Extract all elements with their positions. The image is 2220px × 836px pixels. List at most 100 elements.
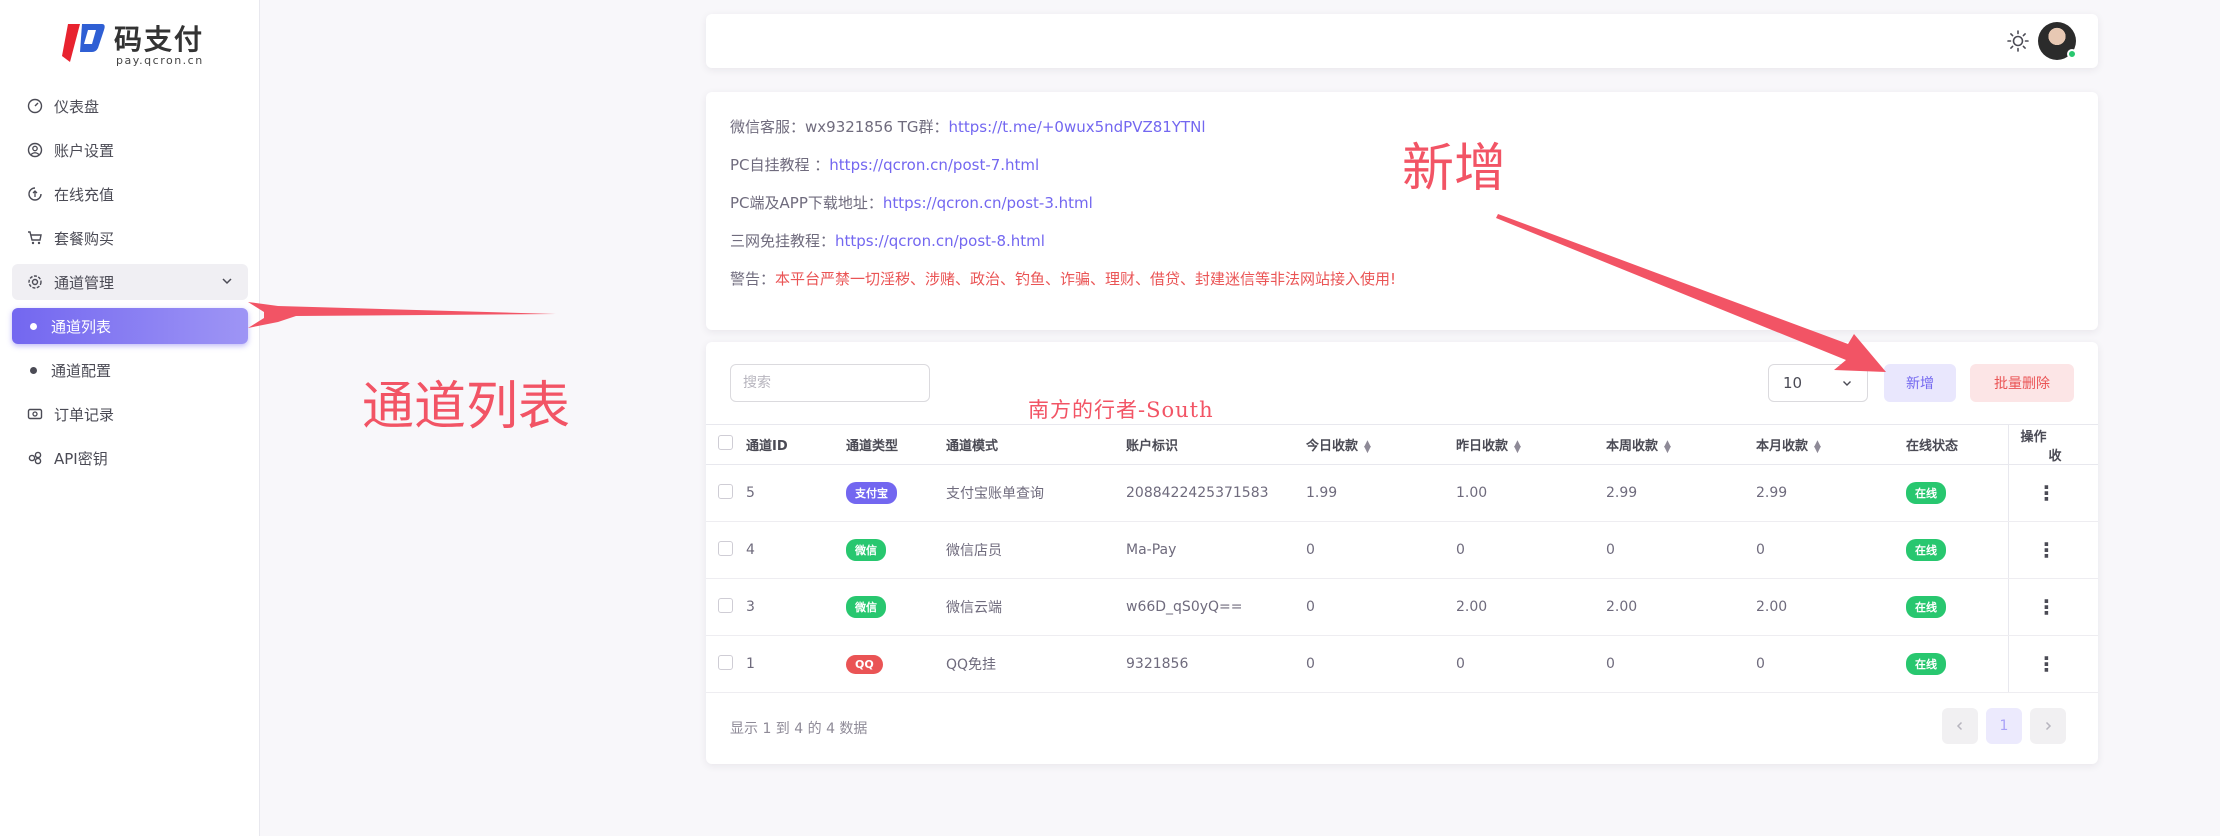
page-button-current[interactable]: 1 [1986, 708, 2022, 744]
cell-type: 支付宝 [846, 464, 946, 522]
cell-week: 0 [1606, 521, 1756, 579]
add-channel-button[interactable]: 新增 [1884, 364, 1956, 402]
tri-net-guide-link[interactable]: https://qcron.cn/post-8.html [835, 232, 1045, 250]
row-select-cell [706, 464, 746, 522]
download-link[interactable]: https://qcron.cn/post-3.html [883, 194, 1093, 212]
sidebar-nav: 仪表盘 账户设置 在线充值 套餐购买 通道管理 通道列表 通道配置 订单记录 A… [12, 88, 248, 484]
batch-delete-button[interactable]: 批量删除 [1970, 364, 2074, 402]
sidebar-item-channel-list[interactable]: 通道列表 [12, 308, 248, 344]
theme-toggle-sun-icon[interactable] [2006, 29, 2030, 57]
sidebar-item-purchase[interactable]: 套餐购买 [12, 220, 248, 256]
prev-page-button[interactable] [1942, 708, 1978, 744]
column-header-id[interactable]: 通道ID [746, 424, 846, 465]
notice-pc-guide-text: PC自挂教程 ： [730, 156, 830, 174]
sidebar-item-label: 订单记录 [54, 405, 115, 424]
online-status-badge: 在线 [1906, 539, 1946, 561]
more-vertical-icon[interactable]: ⋮ [2037, 481, 2057, 505]
row-select-cell [706, 521, 746, 579]
online-status-dot [2067, 49, 2077, 59]
cell-type: QQ [846, 635, 946, 693]
sidebar: 码支付 pay.qcron.cn 仪表盘 账户设置 在线充值 套餐购买 通道管理… [0, 0, 260, 836]
page-size-select[interactable]: 10 [1768, 364, 1868, 402]
select-all-checkbox[interactable] [718, 435, 733, 450]
sort-icon: ▲ ▼ [1364, 438, 1371, 455]
cell-actions: ⋮ [2007, 464, 2098, 522]
sidebar-item-label: 通道配置 [51, 361, 112, 380]
select-all-cell [706, 424, 746, 465]
column-header-week[interactable]: 本周收款 ▲ ▼ [1606, 424, 1756, 465]
table-row: 1 QQ QQ免挂 9321856 0 0 0 0 在线 ⋮ [706, 635, 2098, 693]
sidebar-item-channel-management[interactable]: 通道管理 [12, 264, 248, 300]
sidebar-item-recharge[interactable]: 在线充值 [12, 176, 248, 212]
column-header-today[interactable]: 今日收款 ▲ ▼ [1306, 424, 1456, 465]
sidebar-item-orders[interactable]: 订单记录 [12, 396, 248, 432]
warning-text: 本平台严禁一切淫秽、涉赌、政治、钓鱼、诈骗、理财、借贷、封建迷信等非法网站接入使… [775, 270, 1397, 288]
sidebar-item-channel-config[interactable]: 通道配置 [12, 352, 248, 388]
sort-icon: ▲ ▼ [1814, 438, 1821, 455]
dashboard-icon [26, 97, 44, 115]
pc-guide-link[interactable]: https://qcron.cn/post-7.html [829, 156, 1039, 174]
row-select-cell [706, 578, 746, 636]
cell-month: 0 [1756, 635, 1906, 693]
column-header-label: 昨日收款 [1456, 439, 1509, 454]
column-header-type[interactable]: 通道类型 [846, 424, 946, 465]
row-checkbox[interactable] [718, 654, 733, 670]
sidebar-item-label: 通道列表 [51, 317, 112, 336]
row-checkbox[interactable] [718, 540, 733, 556]
sidebar-item-dashboard[interactable]: 仪表盘 [12, 88, 248, 124]
more-vertical-icon[interactable]: ⋮ [2037, 538, 2057, 562]
cell-actions: ⋮ [2007, 521, 2098, 579]
online-status-badge: 在线 [1906, 653, 1946, 675]
pagination-summary: 显示 1 到 4 的 4 数据 [730, 721, 868, 737]
cell-yesterday: 0 [1456, 521, 1606, 579]
cell-status: 在线 [1906, 578, 2008, 636]
sidebar-item-account-settings[interactable]: 账户设置 [12, 132, 248, 168]
table-row: 5 支付宝 支付宝账单查询 2088422425371583 1.99 1.00 2.99 2… [706, 464, 2098, 522]
search-input[interactable] [730, 364, 930, 402]
notice-contact-text: 微信客服：wx9321856 TG群： [730, 118, 949, 136]
chevron-down-icon [1843, 381, 1851, 386]
cell-status: 在线 [1906, 521, 2008, 579]
sidebar-item-label: API密钥 [54, 449, 108, 468]
cell-account: Ma-Pay [1126, 521, 1306, 579]
next-page-button[interactable] [2030, 708, 2066, 744]
logo-mark-icon [62, 24, 105, 62]
top-navbar [706, 14, 2098, 68]
column-header-status[interactable]: 在线状态 [1906, 424, 2008, 465]
cell-yesterday: 0 [1456, 635, 1606, 693]
brand-name: 码支付 [114, 23, 205, 56]
brand-domain: pay.qcron.cn [116, 54, 204, 67]
brand-logo[interactable]: 码支付 pay.qcron.cn [58, 18, 218, 67]
settings-cog-icon [26, 273, 44, 291]
user-avatar[interactable] [2038, 22, 2077, 60]
column-header-yesterday[interactable]: 昨日收款 ▲ ▼ [1456, 424, 1606, 465]
cell-mode: 微信店员 [946, 521, 1126, 579]
more-vertical-icon[interactable]: ⋮ [2037, 595, 2057, 619]
column-header-account[interactable]: 账户标识 [1126, 424, 1306, 465]
column-header-mode[interactable]: 通道模式 [946, 424, 1126, 465]
row-checkbox[interactable] [718, 597, 733, 613]
row-checkbox[interactable] [718, 483, 733, 499]
notice-download-text: PC端及APP下载地址： [730, 194, 883, 212]
channel-type-badge: 微信 [846, 539, 886, 561]
cell-mode: QQ免挂 [946, 635, 1126, 693]
channel-type-badge: 支付宝 [846, 482, 897, 504]
column-header-label: 本月收款 [1756, 439, 1809, 454]
notice-contact-line: 微信客服：wx9321856 TG群：https://t.me/+0wux5nd… [730, 116, 1206, 137]
table-row: 4 微信 微信店员 Ma-Pay 0 0 0 0 在线 ⋮ [706, 521, 2098, 579]
chevron-right-icon [2045, 721, 2052, 731]
cell-month: 2.00 [1756, 578, 1906, 636]
sidebar-item-api-key[interactable]: API密钥 [12, 440, 248, 476]
cell-month: 0 [1756, 521, 1906, 579]
cell-status: 在线 [1906, 635, 2008, 693]
bullet-dot-icon [30, 366, 37, 374]
cart-icon [26, 229, 44, 247]
cash-icon [26, 405, 44, 423]
column-header-month[interactable]: 本月收款 ▲ ▼ [1756, 424, 1906, 465]
cell-actions: ⋮ [2007, 635, 2098, 693]
cell-today: 0 [1306, 578, 1456, 636]
more-vertical-icon[interactable]: ⋮ [2037, 652, 2057, 676]
telegram-link[interactable]: https://t.me/+0wux5ndPVZ81YTNl [949, 118, 1206, 136]
sort-icon: ▲ ▼ [1514, 438, 1521, 455]
row-select-cell [706, 635, 746, 693]
